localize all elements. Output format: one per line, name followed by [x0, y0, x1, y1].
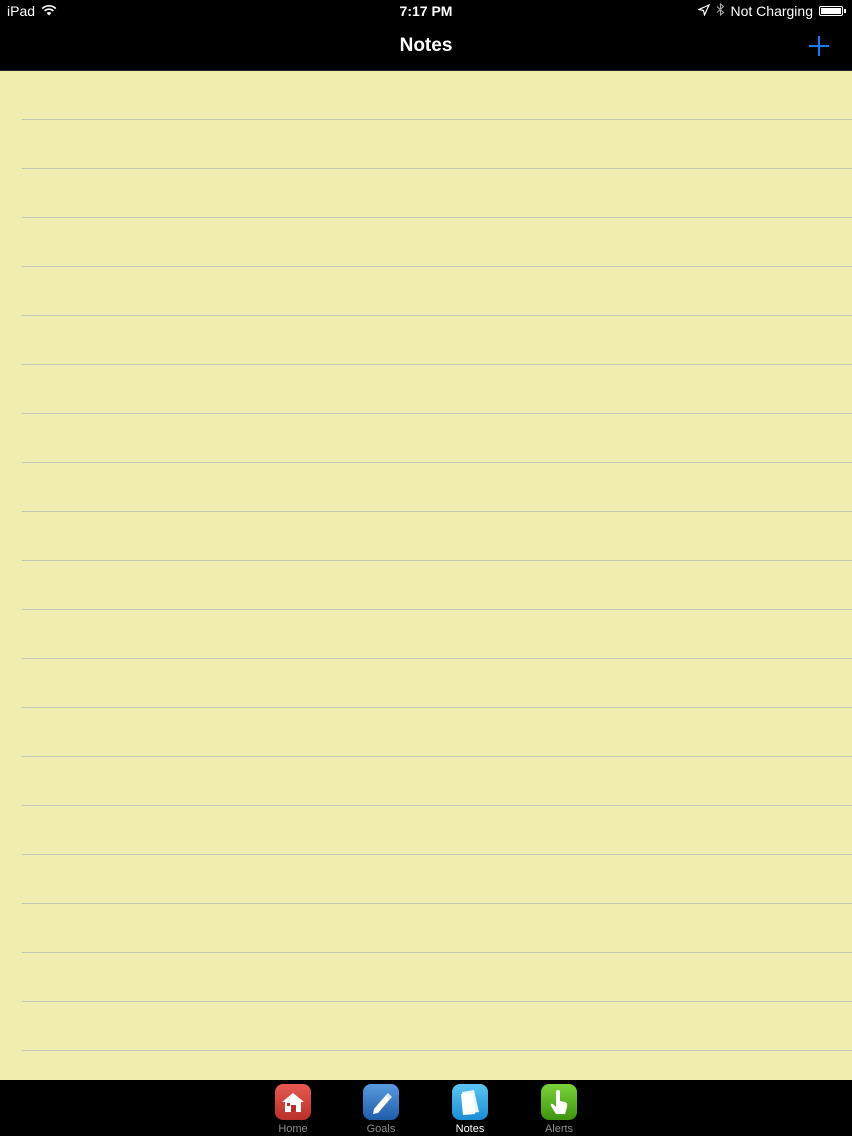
note-row[interactable] — [22, 610, 852, 659]
location-arrow-icon — [696, 3, 710, 19]
battery-outline — [819, 6, 843, 16]
note-row[interactable] — [22, 365, 852, 414]
note-row[interactable] — [22, 806, 852, 855]
notes-icon — [452, 1084, 488, 1120]
status-bar: iPad 7:17 PM Not Charging — [0, 0, 852, 24]
tab-goals-label: Goals — [366, 1123, 396, 1135]
tab-alerts-label: Alerts — [544, 1123, 574, 1135]
tab-home[interactable]: Home — [263, 1084, 323, 1135]
note-row[interactable] — [22, 708, 852, 757]
charging-status: Not Charging — [730, 3, 814, 19]
tab-notes-label: Notes — [455, 1123, 485, 1135]
battery-icon — [819, 6, 846, 16]
navigation-bar: Notes — [0, 24, 852, 71]
page-title: Notes — [399, 35, 453, 56]
status-right: Not Charging — [696, 2, 846, 19]
notes-list[interactable] — [0, 71, 852, 1080]
note-row[interactable] — [22, 659, 852, 708]
note-row[interactable] — [22, 463, 852, 512]
tab-home-label: Home — [278, 1123, 308, 1135]
note-row[interactable] — [22, 953, 852, 1002]
note-row[interactable] — [22, 855, 852, 904]
tab-alerts[interactable]: Alerts — [529, 1084, 589, 1135]
home-icon — [275, 1084, 311, 1120]
battery-tip — [844, 9, 846, 13]
battery-fill — [821, 8, 841, 14]
note-row[interactable] — [22, 561, 852, 610]
note-row[interactable] — [22, 71, 852, 120]
note-row[interactable] — [22, 316, 852, 365]
pen-icon — [363, 1084, 399, 1120]
note-row[interactable] — [22, 512, 852, 561]
note-row[interactable] — [22, 169, 852, 218]
bluetooth-icon — [716, 2, 725, 19]
note-row[interactable] — [22, 267, 852, 316]
note-row[interactable] — [22, 757, 852, 806]
note-row[interactable] — [22, 414, 852, 463]
note-row[interactable] — [22, 120, 852, 169]
plus-icon — [809, 36, 829, 56]
tab-bar: Home Goals Notes Alerts — [0, 1080, 852, 1136]
note-row[interactable] — [22, 218, 852, 267]
add-note-button[interactable] — [806, 33, 832, 59]
tab-notes[interactable]: Notes — [440, 1084, 500, 1135]
note-row[interactable] — [22, 1002, 852, 1051]
note-row[interactable] — [22, 904, 852, 953]
tab-goals[interactable]: Goals — [351, 1084, 411, 1135]
hand-pointer-icon — [541, 1084, 577, 1120]
